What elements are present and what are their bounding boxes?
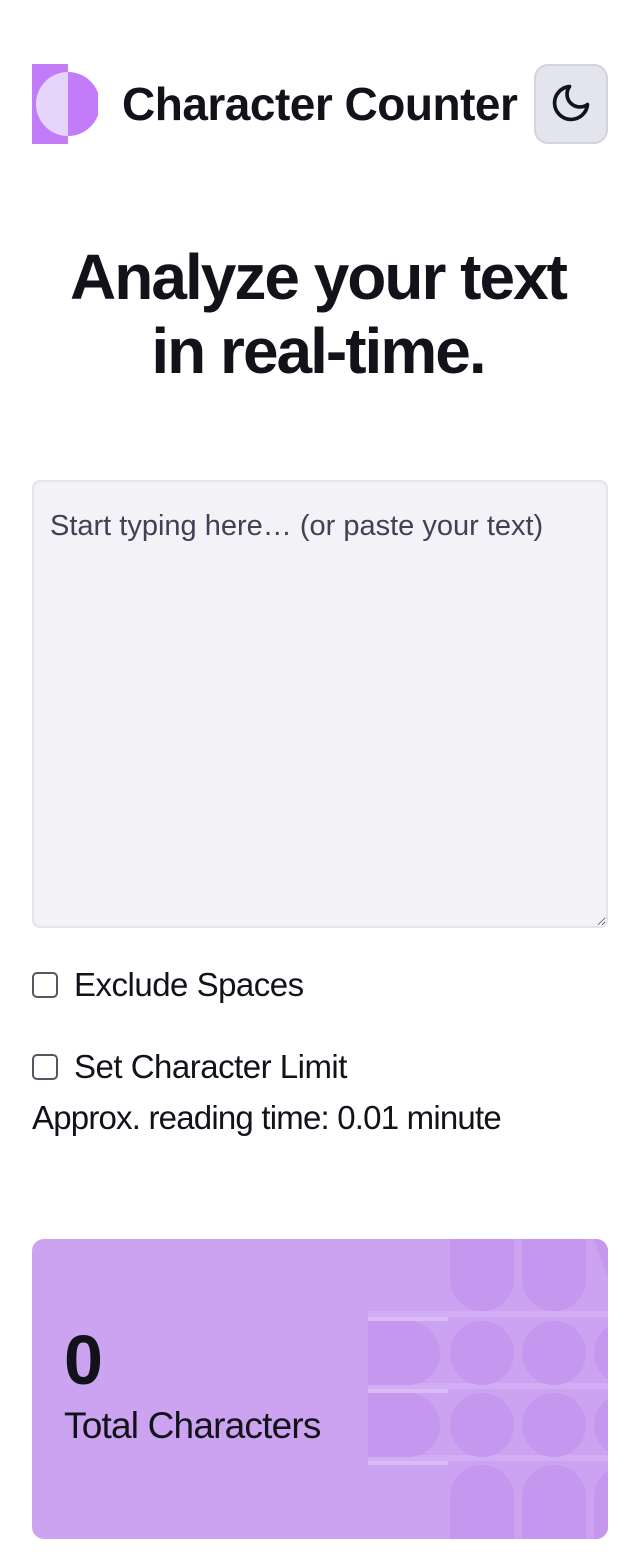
character-limit-option: Set Character Limit: [32, 1047, 347, 1087]
total-characters-card: 0 Total Characters: [32, 1239, 608, 1539]
exclude-spaces-label[interactable]: Exclude Spaces: [74, 966, 304, 1004]
hero-line-2: in real-time.: [151, 315, 486, 387]
character-limit-checkbox[interactable]: [32, 1054, 58, 1080]
character-limit-label[interactable]: Set Character Limit: [74, 1048, 347, 1086]
exclude-spaces-option: Exclude Spaces: [32, 965, 304, 1005]
app-header: Character Counter: [32, 64, 608, 144]
total-characters-label: Total Characters: [64, 1405, 321, 1446]
moon-icon: [549, 81, 593, 128]
text-input[interactable]: [32, 480, 608, 928]
hero-line-1: Analyze your text: [70, 241, 568, 313]
theme-toggle-button[interactable]: [534, 64, 608, 144]
card-pattern: [368, 1239, 608, 1539]
reading-time: Approx. reading time: 0.01 minute: [32, 1099, 502, 1136]
half-circle-logo-icon: [32, 64, 100, 144]
hero-heading: Analyze your text in real-time.: [20, 240, 616, 388]
app-title: Character Counter: [122, 78, 518, 130]
total-characters-value: 0: [64, 1321, 103, 1399]
exclude-spaces-checkbox[interactable]: [32, 972, 58, 998]
character-counter-page: Character Counter Analyze your text in r…: [0, 0, 636, 1568]
